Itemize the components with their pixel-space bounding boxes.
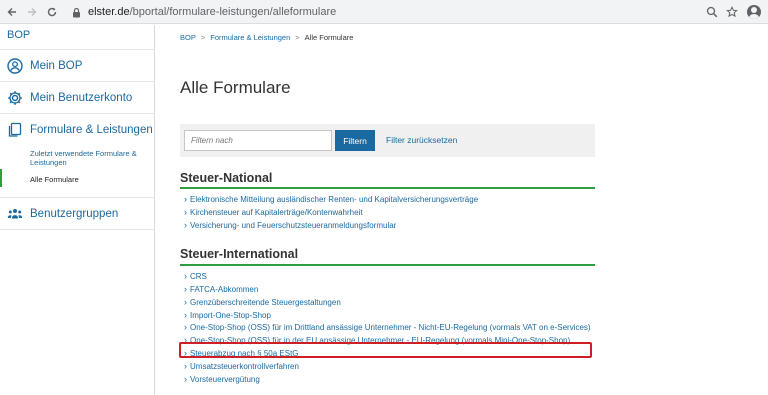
form-link-highlighted[interactable]: One-Stop-Shop (OSS) für in der EU ansäss… — [184, 334, 594, 347]
filter-panel: Filtern Filter zurücksetzen — [180, 124, 595, 157]
breadcrumb-separator: > — [295, 33, 300, 42]
gear-icon — [7, 90, 23, 106]
section-divider — [180, 187, 595, 189]
sidebar-brand[interactable]: BOP — [7, 29, 30, 41]
form-link[interactable]: Vorsteuervergütung — [184, 373, 594, 386]
filter-button[interactable]: Filtern — [335, 130, 375, 151]
lock-icon — [70, 6, 82, 18]
breadcrumb-separator: > — [200, 33, 206, 42]
form-link[interactable]: Umsatzsteuerkontrollverfahren — [184, 360, 594, 373]
sidebar-item-mein-bop[interactable]: Mein BOP — [0, 49, 155, 81]
back-icon[interactable] — [4, 4, 20, 20]
section-divider — [180, 264, 595, 266]
page-title: Alle Formulare — [180, 78, 291, 97]
sidebar-subitem-alle-formulare[interactable]: Alle Formulare — [30, 175, 79, 184]
sidebar-item-benutzergruppen[interactable]: Benutzergruppen — [0, 197, 155, 229]
section-title-national: Steuer-National — [180, 171, 273, 185]
form-link[interactable]: Kirchensteuer auf Kapitalerträge/Kontenw… — [184, 206, 594, 219]
sidebar-item-label: Benutzergruppen — [30, 207, 119, 220]
star-icon[interactable] — [724, 4, 740, 20]
avatar — [747, 5, 761, 19]
sidebar-item-label: Formulare & Leistungen — [30, 123, 153, 136]
forward-icon[interactable] — [24, 4, 40, 20]
form-link[interactable]: One-Stop-Shop (OSS) für im Drittland ans… — [184, 322, 594, 334]
form-link[interactable]: Grenzüberschreitende Steuergestaltungen — [184, 296, 594, 309]
breadcrumb-item-bop[interactable]: BOP — [180, 33, 196, 42]
sidebar-item-label: Mein Benutzerkonto — [30, 91, 133, 104]
form-link[interactable]: Versicherung- und Feuerschutzsteueranmel… — [184, 219, 594, 232]
form-link[interactable]: Import-One-Stop-Shop — [184, 309, 594, 322]
reload-icon[interactable] — [44, 4, 60, 20]
breadcrumb-item-formulare[interactable]: Formulare & Leistungen — [210, 33, 290, 42]
sidebar-item-benutzerkonto[interactable]: Mein Benutzerkonto — [0, 81, 155, 113]
active-indicator — [0, 169, 2, 187]
reset-filter-link[interactable]: Filter zurücksetzen — [386, 135, 457, 145]
user-circle-icon — [7, 57, 23, 74]
form-link[interactable]: FATCA-Abkommen — [184, 283, 594, 296]
form-link[interactable]: Steuerabzug nach § 50a EStG — [184, 347, 594, 360]
browser-toolbar: elster.de/bportal/formulare-leistungen/a… — [0, 0, 768, 24]
url-path: /bportal/formulare-leistungen/alleformul… — [129, 6, 337, 18]
sidebar-item-label: Mein BOP — [30, 59, 83, 72]
section-title-international: Steuer-International — [180, 247, 299, 261]
url-domain: elster.de — [88, 6, 130, 18]
form-link[interactable]: Elektronische Mitteilung ausländischer R… — [184, 193, 594, 206]
address-bar[interactable]: elster.de/bportal/formulare-leistungen/a… — [64, 3, 694, 21]
filter-input[interactable] — [184, 130, 332, 151]
breadcrumb-item-current: Alle Formulare — [304, 33, 354, 42]
documents-icon — [7, 122, 23, 138]
zoom-icon[interactable] — [704, 4, 720, 20]
sidebar-subitem-recent[interactable]: Zuletzt verwendete Formulare & Leistunge… — [30, 149, 150, 167]
form-link[interactable]: CRS — [184, 270, 594, 283]
breadcrumb: BOP > Formulare & Leistungen > Alle Form… — [180, 33, 353, 42]
form-list-national: Elektronische Mitteilung ausländischer R… — [184, 193, 594, 232]
form-list-international: CRS FATCA-Abkommen Grenzüberschreitende … — [184, 270, 594, 386]
sidebar-item-formulare[interactable]: Formulare & Leistungen — [0, 113, 155, 145]
account-icon[interactable] — [746, 4, 762, 20]
sidebar: BOP Mein BOP Mein Benutzerkonto Formular… — [0, 25, 155, 395]
divider — [0, 229, 155, 230]
user-group-icon — [7, 206, 23, 222]
